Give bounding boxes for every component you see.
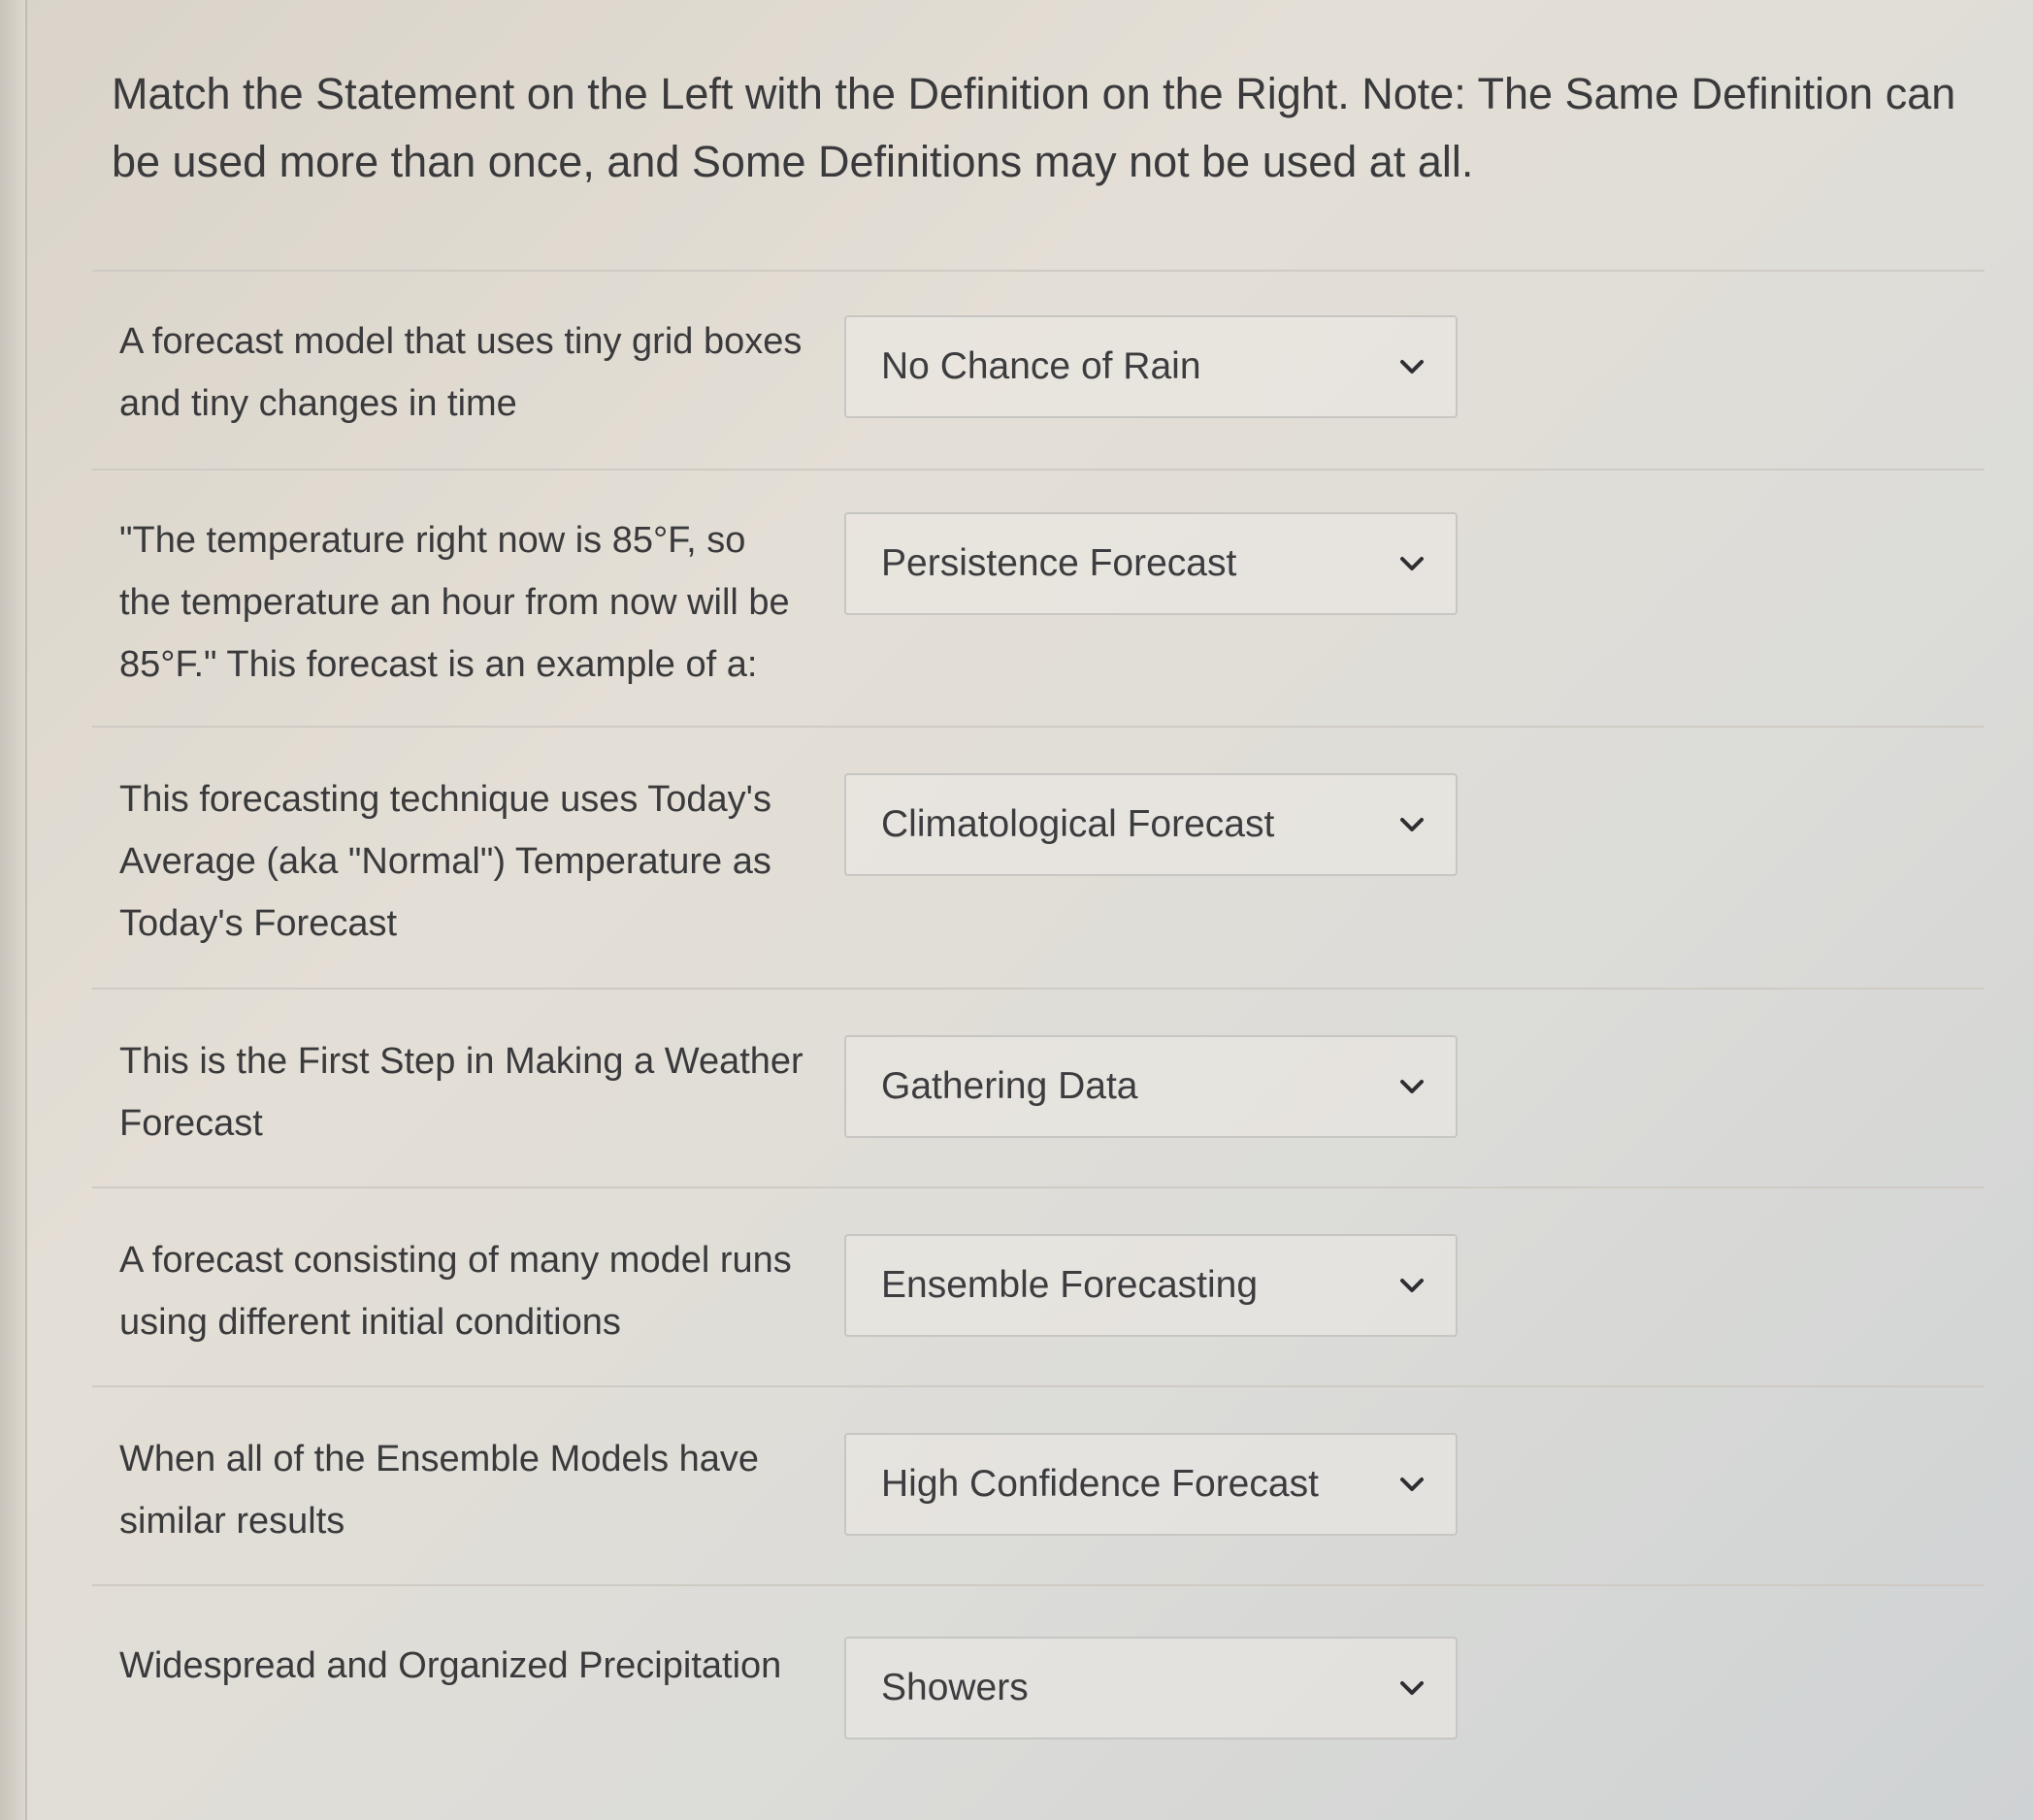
selected-definition: Climatological Forecast [881,803,1275,845]
match-row: Widespread and Organized Precipitation S… [92,1584,1984,1809]
definition-select[interactable]: Showers [844,1637,1458,1739]
statement-text: When all of the Ensemble Models have sim… [119,1439,760,1542]
question-panel: Match the Statement on the Left with the… [58,0,2033,1820]
match-row: This forecasting technique uses Today's … [92,726,1984,990]
statement-text: This forecasting technique uses Today's … [119,779,771,944]
statement-text: Widespread and Organized Precipitation [119,1645,782,1686]
chevron-down-icon [1400,557,1424,570]
definition-select[interactable]: High Confidence Forecast [844,1433,1458,1536]
match-row: A forecast model that uses tiny grid box… [92,270,1984,471]
definition-select[interactable]: Climatological Forecast [844,773,1458,876]
statement-text: A forecast consisting of many model runs… [119,1240,792,1343]
selected-definition: Gathering Data [881,1065,1138,1107]
chevron-down-icon [1400,1478,1424,1491]
definition-select[interactable]: Persistence Forecast [844,512,1458,615]
chevron-down-icon [1400,360,1424,374]
selected-definition: High Confidence Forecast [881,1463,1319,1505]
selected-definition: Ensemble Forecasting [881,1264,1259,1306]
chevron-down-icon [1400,818,1424,831]
statement-text: "The temperature right now is 85°F, so t… [119,520,790,685]
selected-definition: Persistence Forecast [881,542,1237,584]
definition-select[interactable]: Ensemble Forecasting [844,1234,1458,1337]
chevron-down-icon [1400,1080,1424,1093]
question-instructions: Match the Statement on the Left with the… [112,69,1956,186]
selected-definition: No Chance of Rain [881,345,1201,387]
definition-select[interactable]: Gathering Data [844,1035,1458,1138]
definition-select[interactable]: No Chance of Rain [844,315,1458,418]
chevron-down-icon [1400,1279,1424,1292]
left-frame-edge [0,0,27,1820]
match-row: This is the First Step in Making a Weath… [92,988,1984,1188]
statement-text: A forecast model that uses tiny grid box… [119,321,803,424]
chevron-down-icon [1400,1681,1424,1695]
match-row: A forecast consisting of many model runs… [92,1186,1984,1387]
selected-definition: Showers [881,1667,1029,1708]
statement-text: This is the First Step in Making a Weath… [119,1041,803,1144]
match-row: When all of the Ensemble Models have sim… [92,1385,1984,1586]
match-row: "The temperature right now is 85°F, so t… [92,469,1984,728]
